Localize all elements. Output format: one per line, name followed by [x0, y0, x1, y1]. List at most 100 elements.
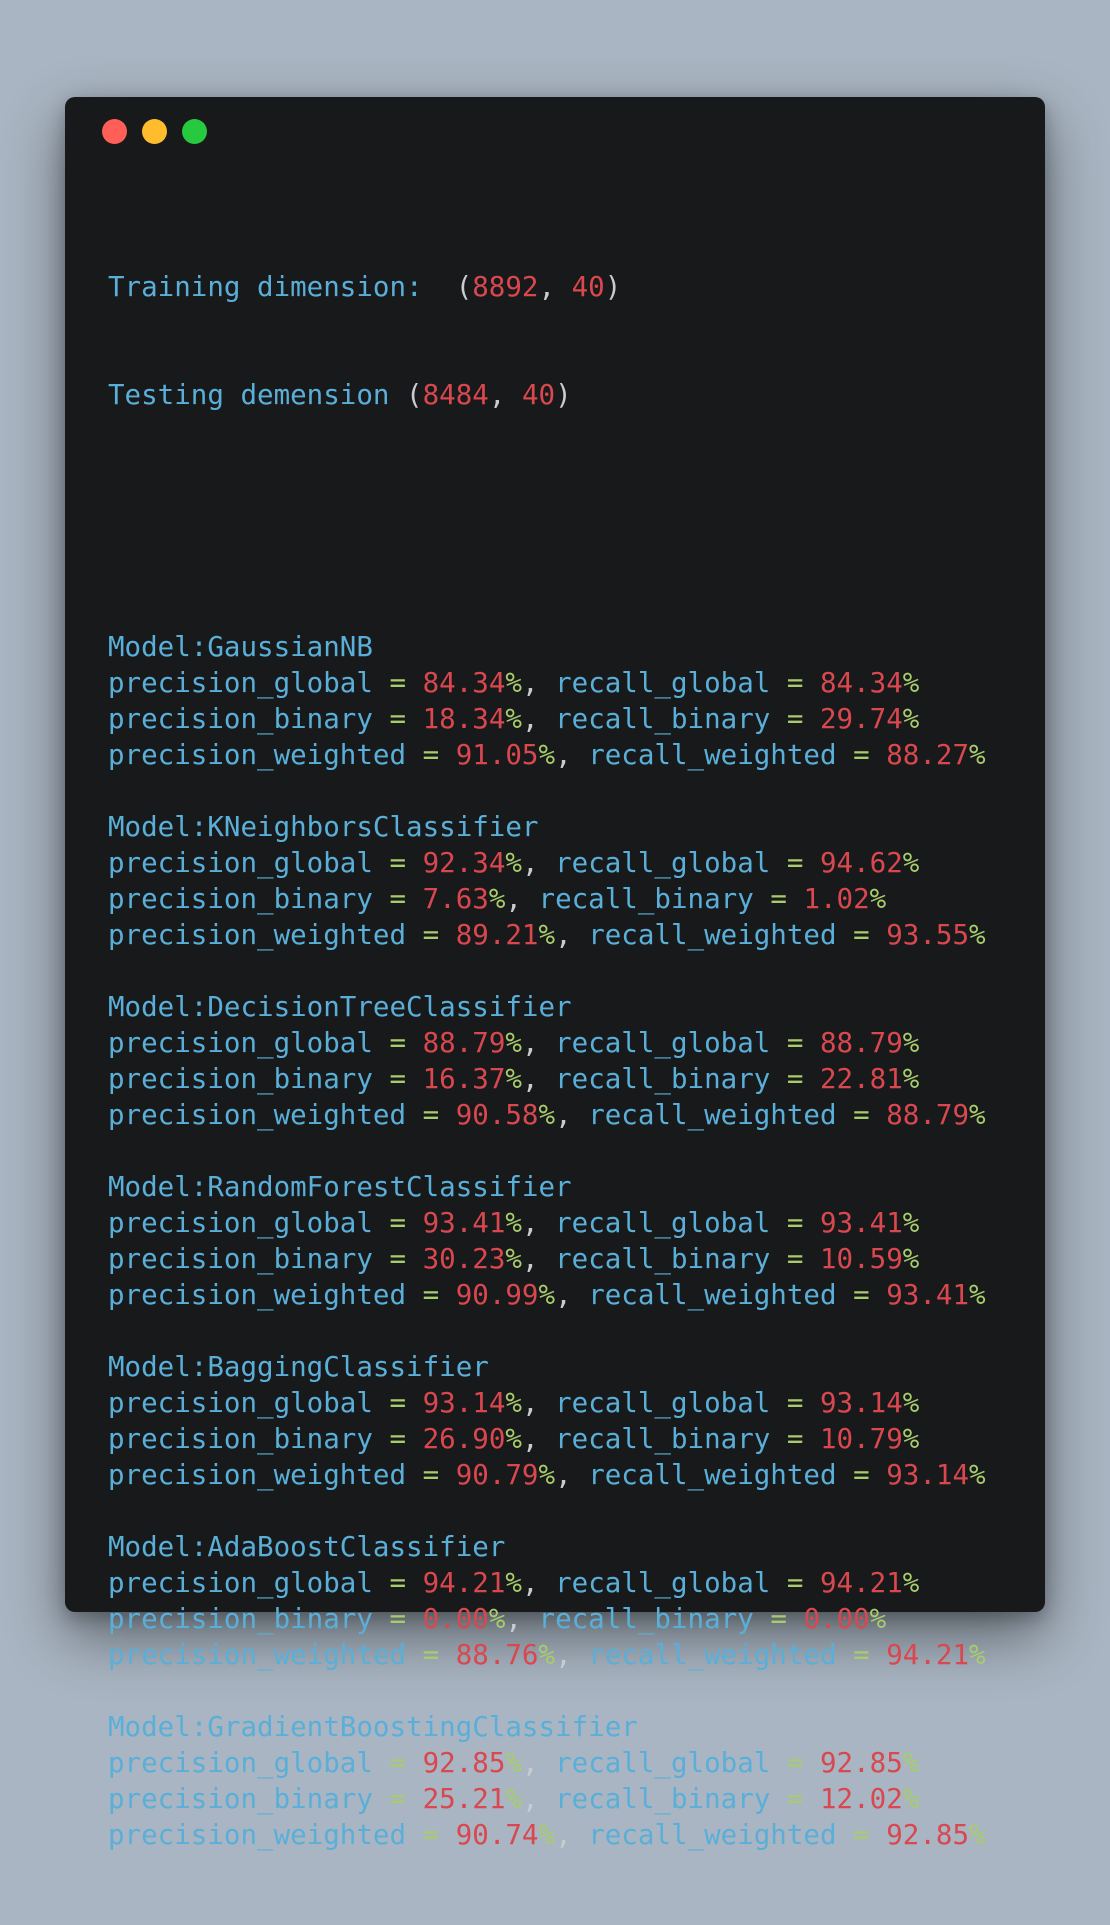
metric-value: 88.79 [886, 1099, 970, 1131]
binary-metrics-line: precision_binary = 7.63%, recall_binary … [108, 883, 887, 915]
equals-sign: = [853, 1819, 870, 1851]
percent-sign: % [969, 1279, 986, 1311]
metric-label: precision_weighted [108, 1639, 407, 1671]
metric-label: recall_global [555, 847, 771, 879]
model-block: Model:RandomForestClassifier precision_gl… [108, 1169, 986, 1349]
percent-sign: % [902, 847, 920, 879]
minimize-button[interactable] [142, 119, 167, 144]
metric-label: precision_weighted [108, 1279, 407, 1311]
equals-sign: = [422, 739, 440, 771]
weighted-metrics-line: precision_weighted = 91.05%, recall_weig… [108, 739, 986, 771]
metric-label: precision_global [108, 667, 373, 699]
model-header: Model:GaussianNB [108, 629, 986, 665]
percent-sign: % [505, 1027, 522, 1059]
model-block: Model:DecisionTreeClassifier precision_gl… [108, 989, 986, 1169]
equals-sign: = [389, 1567, 407, 1599]
metric-value: 84.34 [422, 667, 506, 699]
metric-value: 26.90 [422, 1423, 506, 1455]
binary-metrics-line: precision_binary = 0.00%, recall_binary … [108, 1603, 887, 1635]
weighted-metrics-line: precision_weighted = 90.79%, recall_weig… [108, 1459, 986, 1491]
metric-label: recall_global [555, 1387, 771, 1419]
metric-value: 18.34 [422, 703, 506, 735]
equals-sign: = [389, 1027, 407, 1059]
equals-sign: = [389, 1783, 407, 1815]
equals-sign: = [422, 1099, 440, 1131]
metric-value: 10.59 [820, 1243, 903, 1275]
model-prefix: Model: [108, 1531, 208, 1563]
percent-sign: % [969, 739, 986, 771]
equals-sign: = [786, 1747, 804, 1779]
global-metrics-line: precision_global = 94.21%, recall_global… [108, 1567, 920, 1599]
equals-sign: = [389, 1747, 407, 1779]
metric-label: precision_global [108, 1747, 373, 1779]
percent-sign: % [902, 1423, 920, 1455]
close-button[interactable] [102, 119, 127, 144]
metric-label: recall_binary [555, 1063, 771, 1095]
percent-sign: % [488, 1603, 506, 1635]
weighted-metrics-line: precision_weighted = 90.58%, recall_weig… [108, 1099, 986, 1131]
metric-value: 25.21 [422, 1783, 506, 1815]
equals-sign: = [389, 1603, 407, 1635]
metric-label: recall_binary [538, 1603, 754, 1635]
metric-label: recall_binary [538, 883, 754, 915]
equals-sign: = [389, 1423, 407, 1455]
training-dimension-line: Training dimension: (8892, 40) [108, 271, 622, 303]
percent-sign: % [505, 1747, 522, 1779]
metric-value: 10.79 [820, 1423, 903, 1455]
equals-sign: = [422, 1279, 440, 1311]
model-name: RandomForestClassifier [207, 1171, 572, 1203]
percent-sign: % [538, 1459, 556, 1491]
model-name: GradientBoostingClassifier [207, 1711, 638, 1743]
metric-value: 90.58 [455, 1099, 539, 1131]
metric-value: 90.99 [455, 1279, 539, 1311]
global-metrics-line: precision_global = 92.85%, recall_global… [108, 1747, 920, 1779]
model-block: Model:BaggingClassifier precision_global … [108, 1349, 986, 1529]
equals-sign: = [422, 1819, 440, 1851]
equals-sign: = [770, 883, 787, 915]
model-name: KNeighborsClassifier [207, 811, 539, 843]
equals-sign: = [389, 1063, 407, 1095]
metric-label: precision_weighted [108, 1459, 407, 1491]
global-metrics-line: precision_global = 84.34%, recall_global… [108, 667, 920, 699]
metric-value: 93.14 [422, 1387, 506, 1419]
global-metrics-line: precision_global = 88.79%, recall_global… [108, 1027, 920, 1059]
metric-label: precision_global [108, 1027, 373, 1059]
metric-value: 89.21 [455, 919, 539, 951]
metric-value: 93.41 [422, 1207, 506, 1239]
equals-sign: = [786, 1243, 804, 1275]
equals-sign: = [786, 667, 804, 699]
metric-value: 93.14 [820, 1387, 903, 1419]
window-controls [102, 119, 207, 144]
metric-value: 93.14 [886, 1459, 970, 1491]
metric-label: precision_weighted [108, 739, 407, 771]
percent-sign: % [505, 1207, 522, 1239]
metric-value: 88.79 [820, 1027, 903, 1059]
percent-sign: % [902, 1243, 920, 1275]
metric-value: 93.41 [820, 1207, 903, 1239]
metric-label: precision_global [108, 1387, 373, 1419]
percent-sign: % [902, 1567, 920, 1599]
percent-sign: % [902, 1027, 920, 1059]
percent-sign: % [902, 1387, 920, 1419]
metric-label: precision_weighted [108, 1819, 407, 1851]
testing-dimension-label: Testing demension [108, 379, 390, 411]
maximize-button[interactable] [182, 119, 207, 144]
equals-sign: = [786, 1423, 804, 1455]
percent-sign: % [505, 703, 522, 735]
model-header: Model:RandomForestClassifier [108, 1169, 986, 1205]
metric-label: precision_binary [108, 1423, 373, 1455]
metric-value: 92.85 [886, 1819, 970, 1851]
metric-value: 93.41 [886, 1279, 970, 1311]
equals-sign: = [853, 1639, 870, 1671]
equals-sign: = [389, 1243, 407, 1275]
metric-label: precision_binary [108, 1243, 373, 1275]
model-prefix: Model: [108, 991, 208, 1023]
equals-sign: = [853, 1459, 870, 1491]
equals-sign: = [389, 1207, 407, 1239]
percent-sign: % [505, 1243, 522, 1275]
terminal-output: Training dimension: (8892, 40) Testing d… [108, 197, 986, 1925]
percent-sign: % [505, 1387, 522, 1419]
